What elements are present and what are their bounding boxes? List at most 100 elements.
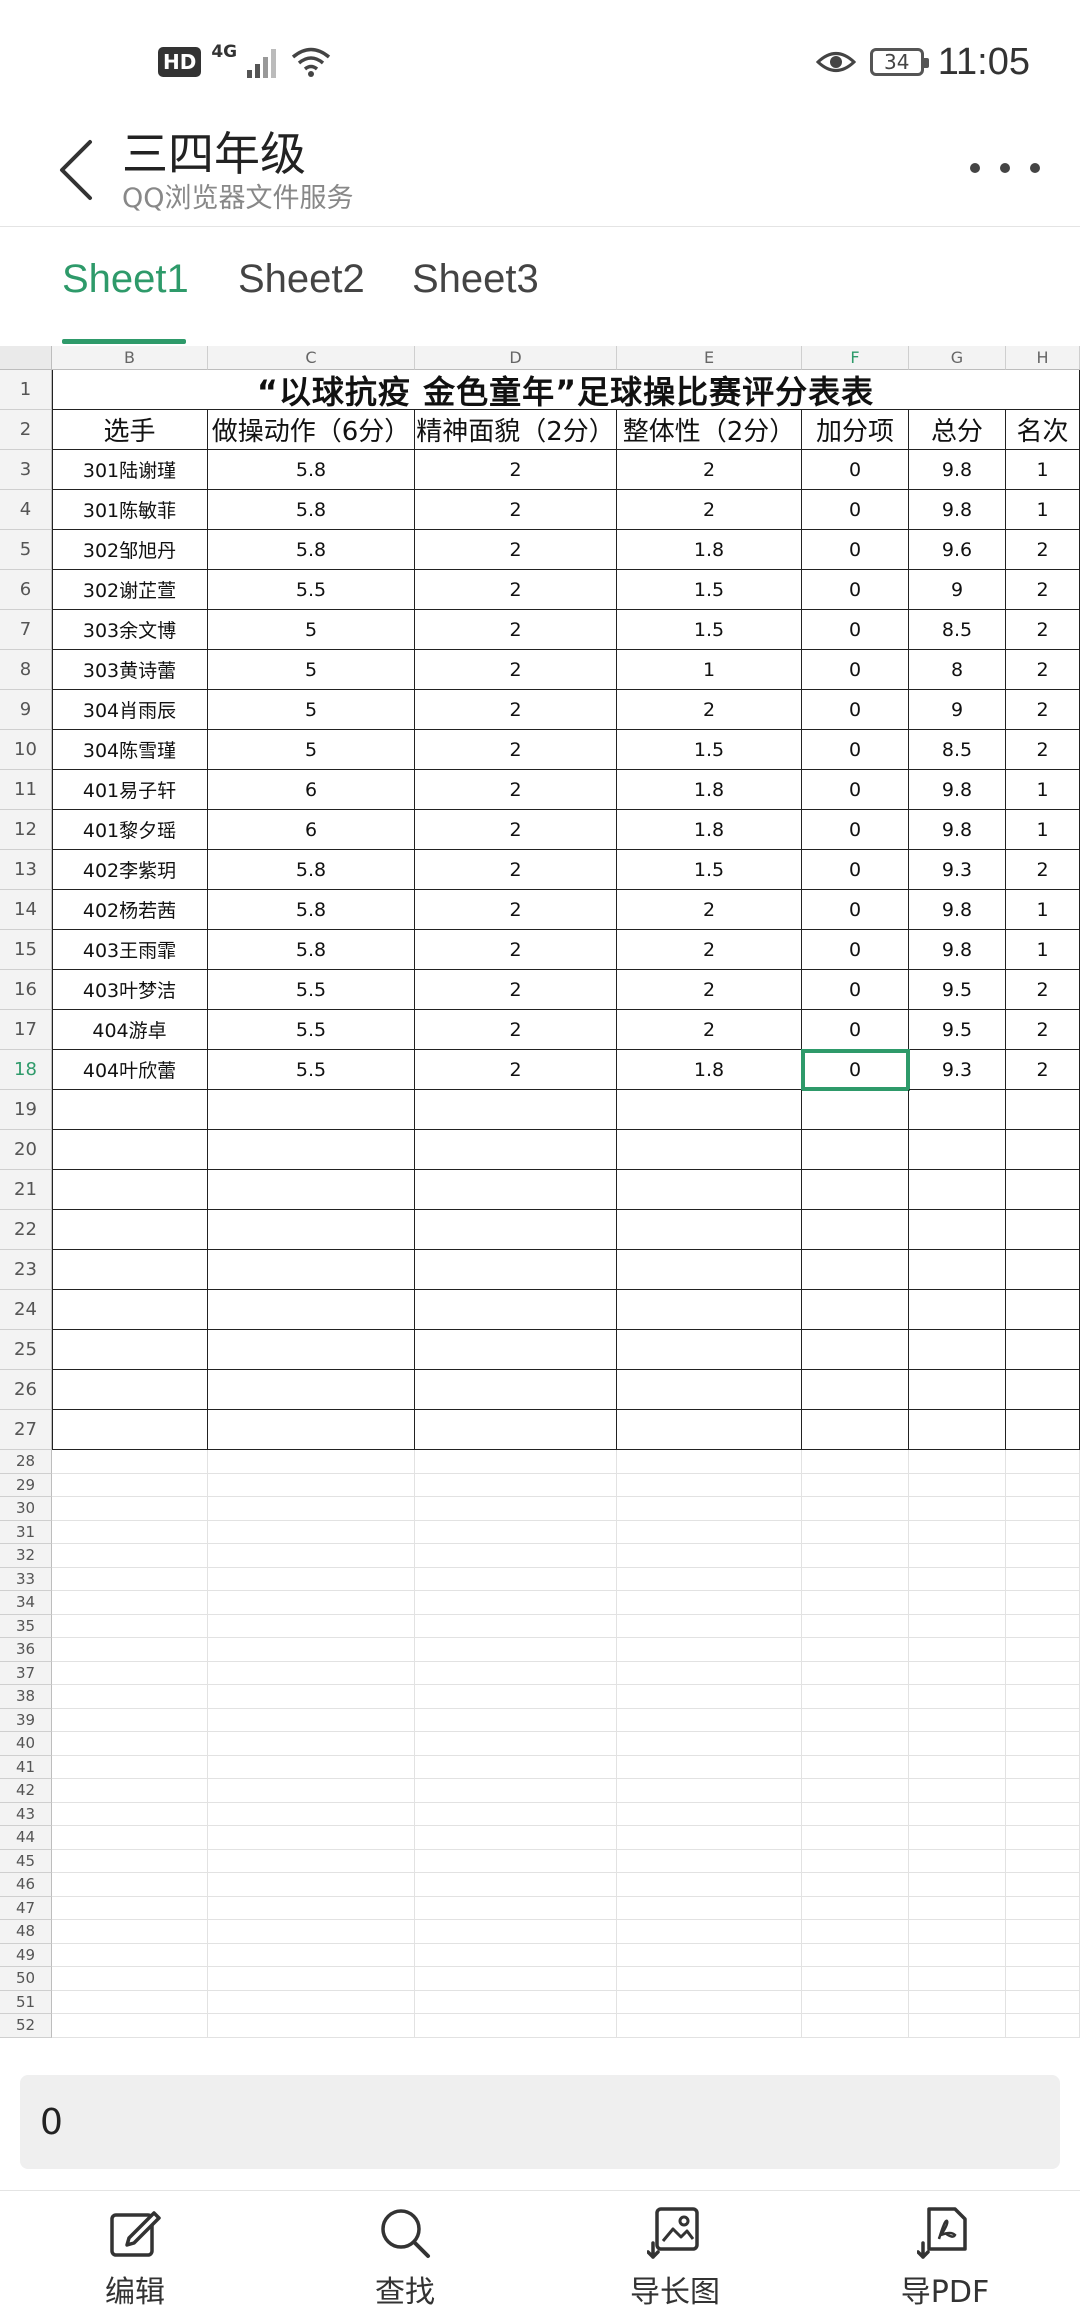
empty-cell[interactable] [415, 1849, 617, 1873]
empty-cell[interactable] [802, 1591, 909, 1615]
empty-cell[interactable] [617, 1849, 802, 1873]
empty-cell[interactable] [52, 1849, 208, 1873]
row-header[interactable]: 44 [0, 1826, 52, 1850]
empty-cell[interactable] [415, 1661, 617, 1685]
long-image-button[interactable]: 导长图 [575, 2201, 775, 2311]
empty-cell[interactable] [617, 1090, 802, 1130]
empty-cell[interactable] [802, 1849, 909, 1873]
row-header[interactable]: 39 [0, 1708, 52, 1732]
empty-cell[interactable] [52, 1450, 208, 1474]
empty-cell[interactable] [52, 1826, 208, 1850]
empty-cell[interactable] [1006, 1685, 1080, 1709]
empty-cell[interactable] [415, 1210, 617, 1250]
empty-cell[interactable] [415, 1638, 617, 1662]
empty-cell[interactable] [52, 1497, 208, 1521]
empty-cell[interactable] [909, 1520, 1006, 1544]
sheet-grid[interactable]: B C D E F G H 1 2 3 4 5 6 7 8 9 10 11 12 13 14 15 16 17 18 19 20 21… [0, 346, 1080, 2054]
back-button[interactable] [48, 128, 108, 208]
empty-cell[interactable] [208, 1567, 415, 1591]
table-cell[interactable]: 0 [802, 490, 909, 530]
row-header[interactable]: 50 [0, 1967, 52, 1991]
column-header-c[interactable]: C [208, 346, 415, 370]
empty-cell[interactable] [909, 1330, 1006, 1370]
table-cell[interactable]: 2 [1006, 570, 1080, 610]
empty-cell[interactable] [909, 1473, 1006, 1497]
empty-cell[interactable] [802, 1497, 909, 1521]
empty-cell[interactable] [52, 1210, 208, 1250]
empty-cell[interactable] [208, 1638, 415, 1662]
empty-cell[interactable] [802, 1450, 909, 1474]
empty-cell[interactable] [208, 1290, 415, 1330]
empty-cell[interactable] [1006, 1638, 1080, 1662]
empty-cell[interactable] [415, 1591, 617, 1615]
empty-cell[interactable] [1006, 1967, 1080, 1991]
empty-cell[interactable] [52, 1410, 208, 1450]
row-header[interactable]: 13 [0, 850, 52, 890]
empty-cell[interactable] [802, 1210, 909, 1250]
empty-cell[interactable] [1006, 1544, 1080, 1568]
empty-cell[interactable] [909, 1990, 1006, 2014]
table-cell[interactable]: 1 [1006, 890, 1080, 930]
empty-cell[interactable] [1006, 1330, 1080, 1370]
empty-cell[interactable] [52, 1802, 208, 1826]
empty-cell[interactable] [415, 1130, 617, 1170]
empty-cell[interactable] [617, 1990, 802, 2014]
empty-cell[interactable] [415, 1520, 617, 1544]
table-cell[interactable]: 2 [617, 930, 802, 970]
row-header[interactable]: 38 [0, 1685, 52, 1709]
empty-cell[interactable] [617, 1943, 802, 1967]
table-cell[interactable]: 9.8 [909, 810, 1006, 850]
table-cell[interactable]: 5.5 [208, 1050, 415, 1090]
table-cell[interactable]: 2 [415, 570, 617, 610]
row-header[interactable]: 2 [0, 410, 52, 450]
empty-cell[interactable] [208, 1090, 415, 1130]
table-cell[interactable]: 1.8 [617, 770, 802, 810]
empty-cell[interactable] [52, 1330, 208, 1370]
table-cell[interactable]: 301陈敏菲 [52, 490, 208, 530]
row-header[interactable]: 32 [0, 1544, 52, 1568]
empty-cell[interactable] [802, 1990, 909, 2014]
row-header[interactable]: 37 [0, 1661, 52, 1685]
row-header[interactable]: 42 [0, 1779, 52, 1803]
table-cell[interactable]: 5.5 [208, 1010, 415, 1050]
empty-cell[interactable] [208, 1250, 415, 1290]
empty-cell[interactable] [617, 1450, 802, 1474]
empty-cell[interactable] [1006, 1614, 1080, 1638]
empty-cell[interactable] [415, 1732, 617, 1756]
table-cell[interactable]: 5 [208, 690, 415, 730]
table-cell[interactable]: 9.8 [909, 890, 1006, 930]
empty-cell[interactable] [617, 1826, 802, 1850]
table-cell[interactable]: 0 [802, 1010, 909, 1050]
empty-cell[interactable] [909, 1170, 1006, 1210]
empty-cell[interactable] [208, 1330, 415, 1370]
table-cell[interactable]: 8.5 [909, 610, 1006, 650]
table-cell[interactable]: 0 [802, 770, 909, 810]
table-cell[interactable]: 2 [415, 490, 617, 530]
empty-cell[interactable] [617, 1802, 802, 1826]
empty-cell[interactable] [1006, 1567, 1080, 1591]
empty-cell[interactable] [415, 2014, 617, 2038]
empty-cell[interactable] [1006, 1497, 1080, 1521]
empty-cell[interactable] [415, 1920, 617, 1944]
table-cell[interactable]: 2 [1006, 530, 1080, 570]
table-cell[interactable]: 1 [1006, 930, 1080, 970]
empty-cell[interactable] [617, 1473, 802, 1497]
empty-cell[interactable] [909, 1497, 1006, 1521]
empty-cell[interactable] [208, 1210, 415, 1250]
empty-cell[interactable] [802, 1473, 909, 1497]
empty-cell[interactable] [415, 1250, 617, 1290]
table-cell[interactable]: 0 [802, 530, 909, 570]
empty-cell[interactable] [208, 1990, 415, 2014]
column-title[interactable]: 加分项 [802, 410, 909, 450]
empty-cell[interactable] [909, 1210, 1006, 1250]
empty-cell[interactable] [52, 1567, 208, 1591]
empty-cell[interactable] [415, 1567, 617, 1591]
row-header[interactable]: 17 [0, 1010, 52, 1050]
table-cell[interactable]: 0 [802, 970, 909, 1010]
empty-cell[interactable] [909, 1290, 1006, 1330]
empty-cell[interactable] [909, 1849, 1006, 1873]
pdf-export-button[interactable]: 导PDF [845, 2201, 1045, 2311]
row-header[interactable]: 5 [0, 530, 52, 570]
table-cell[interactable]: 1 [1006, 810, 1080, 850]
empty-cell[interactable] [208, 1732, 415, 1756]
